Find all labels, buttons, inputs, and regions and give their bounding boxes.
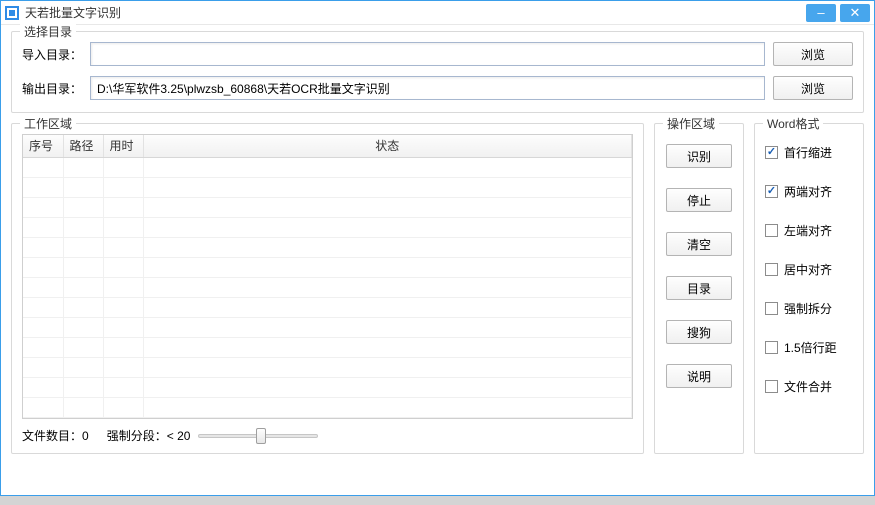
ops-section: 操作区域 识别 停止 清空 目录 搜狗 说明 [654,123,744,454]
opt-force-break[interactable]: 强制拆分 [765,300,853,317]
recognize-button[interactable]: 识别 [666,144,732,168]
content-area: 选择目录 导入目录： 浏览 输出目录： 浏览 工作区域 [1,25,874,462]
file-count: 文件数目：0 [22,427,89,444]
table-row[interactable] [23,377,632,397]
output-input[interactable] [90,76,765,100]
directory-button[interactable]: 目录 [666,276,732,300]
table-row[interactable] [23,157,632,177]
help-button[interactable]: 说明 [666,364,732,388]
work-legend: 工作区域 [20,115,76,132]
work-footer: 文件数目：0 强制分段：< 20 [22,419,633,445]
minimize-button[interactable]: – [806,4,836,22]
opt-first-indent[interactable]: 首行缩进 [765,144,853,161]
output-row: 输出目录： 浏览 [22,76,853,100]
word-section: Word格式 首行缩进 两端对齐 左端对齐 居中对齐 [754,123,864,454]
word-legend: Word格式 [763,115,823,132]
window-controls: – ✕ [806,4,870,22]
checkbox-icon [765,224,778,237]
table-row[interactable] [23,257,632,277]
checkbox-icon [765,302,778,315]
opt-center-align[interactable]: 居中对齐 [765,261,853,278]
opt-file-merge[interactable]: 文件合并 [765,378,853,395]
table-row[interactable] [23,237,632,257]
slider-thumb[interactable] [256,428,266,444]
table-row[interactable] [23,197,632,217]
checkbox-icon [765,341,778,354]
opt-line-spacing[interactable]: 1.5倍行距 [765,339,853,356]
work-section: 工作区域 序号 路径 用时 状态 [11,123,644,454]
checkbox-icon [765,146,778,159]
force-split-label: 强制分段：< 20 [107,427,191,444]
col-time[interactable]: 用时 [103,135,143,157]
col-seq[interactable]: 序号 [23,135,63,157]
force-split-slider[interactable] [198,427,318,445]
output-label: 输出目录： [22,80,82,97]
force-split-control: 强制分段：< 20 [107,427,633,445]
directory-section: 选择目录 导入目录： 浏览 输出目录： 浏览 [11,31,864,113]
table-body [23,157,632,417]
close-button[interactable]: ✕ [840,4,870,22]
import-row: 导入目录： 浏览 [22,42,853,66]
checkbox-icon [765,380,778,393]
opt-justify[interactable]: 两端对齐 [765,183,853,200]
sogou-button[interactable]: 搜狗 [666,320,732,344]
table-row[interactable] [23,337,632,357]
directory-legend: 选择目录 [20,23,76,40]
table-row[interactable] [23,177,632,197]
checkbox-icon [765,185,778,198]
app-window: 天若批量文字识别 – ✕ 选择目录 导入目录： 浏览 输出目录： 浏览 工作区域 [0,0,875,496]
import-input[interactable] [90,42,765,66]
table-row[interactable] [23,217,632,237]
opt-left-align[interactable]: 左端对齐 [765,222,853,239]
table-row[interactable] [23,277,632,297]
output-browse-button[interactable]: 浏览 [773,76,853,100]
stop-button[interactable]: 停止 [666,188,732,212]
import-browse-button[interactable]: 浏览 [773,42,853,66]
import-label: 导入目录： [22,46,82,63]
titlebar: 天若批量文字识别 – ✕ [1,1,874,25]
table-header-row: 序号 路径 用时 状态 [23,135,632,157]
table-row[interactable] [23,297,632,317]
checkbox-icon [765,263,778,276]
col-path[interactable]: 路径 [63,135,103,157]
table-row[interactable] [23,317,632,337]
ops-legend: 操作区域 [663,115,719,132]
lower-panels: 工作区域 序号 路径 用时 状态 [11,123,864,454]
col-status[interactable]: 状态 [143,135,632,157]
window-title: 天若批量文字识别 [25,4,121,21]
app-icon [5,6,19,20]
file-table-wrap: 序号 路径 用时 状态 [22,134,633,419]
table-row[interactable] [23,357,632,377]
clear-button[interactable]: 清空 [666,232,732,256]
file-table: 序号 路径 用时 状态 [23,135,632,418]
table-row[interactable] [23,397,632,417]
